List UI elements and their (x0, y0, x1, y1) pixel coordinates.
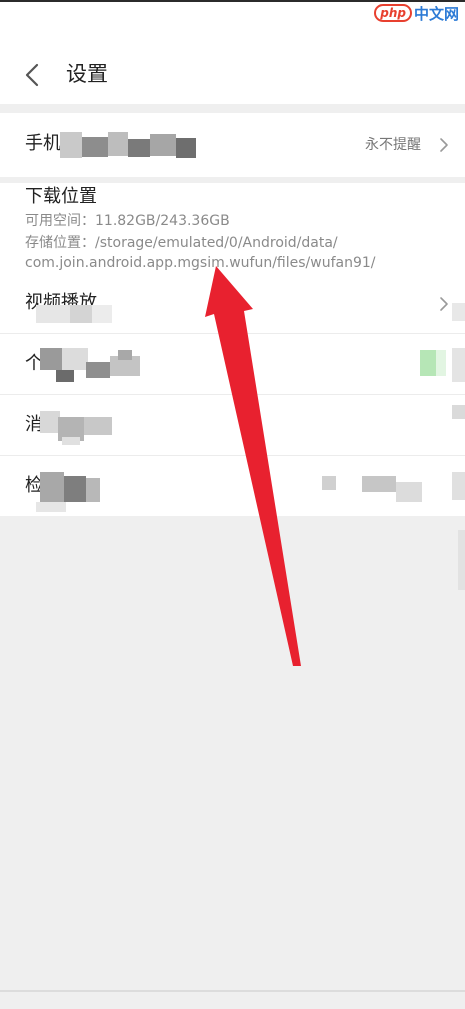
chevron-right-icon (440, 138, 448, 152)
setting-row-mobile-data[interactable]: 手机 永不提醒 (0, 113, 465, 177)
setting-row-video-playback[interactable]: 视频播放 (0, 275, 465, 333)
status-bar: php 中文网 (0, 2, 465, 44)
setting-row-5[interactable]: 消 (0, 395, 465, 455)
mobile-data-value: 永不提醒 (365, 137, 421, 153)
watermark-badge: php (374, 4, 412, 22)
site-watermark: php 中文网 (374, 2, 459, 24)
toggle-switch-track (436, 350, 446, 376)
app-header: 设置 (0, 44, 465, 104)
setting-row-download-location[interactable]: 下载位置 可用空间：11.82GB/243.36GB 存储位置：/storage… (0, 183, 465, 275)
page-title: 设置 (66, 62, 108, 86)
storage-path-line-1: 存储位置：/storage/emulated/0/Android/data/ (25, 235, 338, 251)
setting-row-4[interactable]: 个 (0, 334, 465, 394)
mobile-data-title: 手机 (25, 133, 61, 154)
chevron-left-icon[interactable] (18, 60, 48, 90)
watermark-text: 中文网 (413, 4, 459, 23)
bottom-edge-line (0, 990, 465, 992)
setting-row-6[interactable]: 检 (0, 456, 465, 516)
toggle-switch[interactable] (420, 350, 436, 376)
download-location-title: 下载位置 (25, 186, 97, 207)
chevron-right-icon (440, 297, 448, 311)
section-gap (0, 104, 465, 113)
free-space-text: 可用空间：11.82GB/243.36GB (25, 213, 230, 229)
scroll-edge-artifact (458, 530, 465, 590)
storage-path-line-2: com.join.android.app.mgsim.wufun/files/w… (25, 255, 376, 271)
